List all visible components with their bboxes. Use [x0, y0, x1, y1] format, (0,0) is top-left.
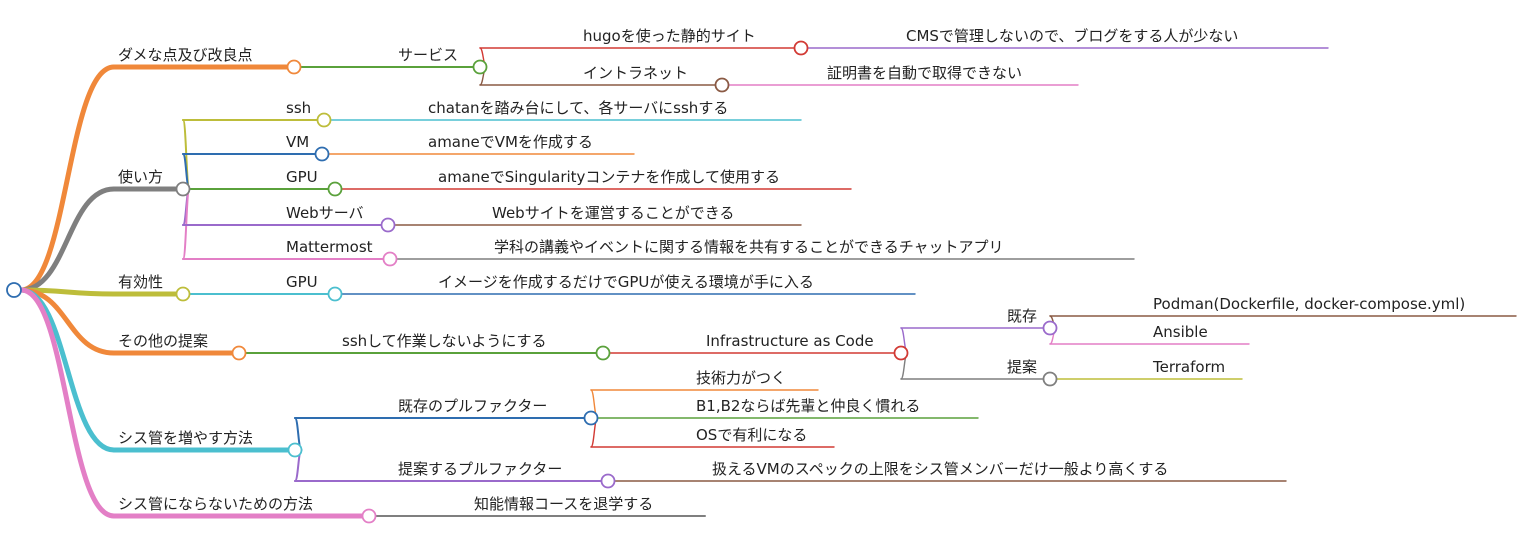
- node-toggle-0-0-1[interactable]: [714, 77, 730, 93]
- node-label-2-0[interactable]: GPU: [286, 273, 318, 291]
- node-label-4-1[interactable]: 提案するプルファクター: [398, 460, 562, 478]
- node-label-3-0[interactable]: sshして作業しないようにする: [342, 332, 547, 350]
- node-label-4-1-0[interactable]: 扱えるVMのスペックの上限をシス管メンバーだけ一般より高くする: [712, 460, 1168, 478]
- node-label-1-0[interactable]: ssh: [286, 99, 311, 117]
- node-label-1-2[interactable]: GPU: [286, 168, 318, 186]
- node-label-0-0-0[interactable]: hugoを使った静的サイト: [583, 27, 756, 45]
- node-label-1-3-0[interactable]: Webサイトを運営することができる: [492, 204, 734, 222]
- node-label-4-0-2[interactable]: OSで有利になる: [696, 426, 807, 444]
- node-label-1-2-0[interactable]: amaneでSingularityコンテナを作成して使用する: [438, 168, 780, 186]
- node-label-4[interactable]: シス管を増やす方法: [118, 429, 253, 447]
- node-toggle-3-0-0-0[interactable]: [1042, 320, 1058, 336]
- node-label-3-0-0[interactable]: Infrastructure as Code: [706, 332, 874, 350]
- mind-map-diagram: ダメな点及び改良点 サービス hugoを使った静的サイト CMSで管理しないので、ブロ…: [6, 27, 1517, 524]
- edge-1: [18, 186, 117, 293]
- node-label-1-1[interactable]: VM: [286, 133, 309, 151]
- node-toggle-0[interactable]: [286, 59, 302, 75]
- node-toggle-0-0[interactable]: [472, 59, 488, 75]
- node-label-3[interactable]: その他の提案: [118, 332, 208, 350]
- node-toggle-1-2[interactable]: [327, 181, 343, 197]
- node-label-0-0[interactable]: サービス: [398, 46, 458, 64]
- node-label-5-0[interactable]: 知能情報コースを退学する: [474, 495, 653, 513]
- node-label-3-0-0-0-1[interactable]: Ansible: [1153, 323, 1208, 341]
- node-label-4-0-1[interactable]: B1,B2ならば先輩と仲良く慣れる: [696, 397, 920, 415]
- node-toggle-1-4[interactable]: [382, 251, 398, 267]
- node-label-0[interactable]: ダメな点及び改良点: [118, 46, 253, 64]
- node-label-0-0-0-0[interactable]: CMSで管理しないので、ブログをする人が少ない: [906, 27, 1238, 45]
- node-toggle-0-0-0[interactable]: [793, 40, 809, 56]
- node-toggle-1-1[interactable]: [314, 146, 330, 162]
- node-label-1-1-0[interactable]: amaneでVMを作成する: [428, 133, 593, 151]
- node-label-0-0-1[interactable]: イントラネット: [583, 64, 688, 82]
- node-toggle-5[interactable]: [361, 508, 377, 524]
- root-node[interactable]: [6, 282, 22, 298]
- node-toggle-1[interactable]: [175, 181, 191, 197]
- node-toggle-1-0[interactable]: [316, 112, 332, 128]
- node-label-2[interactable]: 有効性: [118, 273, 163, 291]
- node-label-3-0-0-0-0[interactable]: Podman(Dockerfile, docker-compose.yml): [1153, 295, 1465, 313]
- node-label-3-0-0-0[interactable]: 既存: [1007, 307, 1037, 325]
- node-label-5[interactable]: シス管にならないための方法: [118, 495, 313, 513]
- mind-map-labels: ダメな点及び改良点 サービス hugoを使った静的サイト CMSで管理しないので、ブロ…: [118, 27, 1465, 513]
- node-label-3-0-0-1[interactable]: 提案: [1007, 358, 1037, 376]
- node-toggle-2[interactable]: [175, 286, 191, 302]
- node-toggle-4-1[interactable]: [600, 473, 616, 489]
- node-label-0-0-1-0[interactable]: 証明書を自動で取得できない: [827, 64, 1022, 82]
- node-label-2-0-0[interactable]: イメージを作成するだけでGPUが使える環境が手に入る: [438, 273, 814, 291]
- node-toggle-3[interactable]: [231, 345, 247, 361]
- node-label-3-0-0-1-0[interactable]: Terraform: [1152, 358, 1225, 376]
- node-toggle-4-0[interactable]: [583, 410, 599, 426]
- node-label-1-4[interactable]: Mattermost: [286, 238, 373, 256]
- edge-0: [18, 64, 117, 293]
- node-label-4-0[interactable]: 既存のプルファクター: [398, 397, 547, 415]
- node-label-4-0-0[interactable]: 技術力がつく: [696, 369, 786, 387]
- node-toggle-1-3[interactable]: [380, 217, 396, 233]
- node-label-1-4-0[interactable]: 学科の講義やイベントに関する情報を共有することができるチャットアプリ: [494, 238, 1004, 256]
- node-label-1-3[interactable]: Webサーバ: [286, 204, 364, 222]
- node-toggle-4[interactable]: [287, 442, 303, 458]
- node-toggle-3-0-0[interactable]: [893, 345, 909, 361]
- node-toggle-3-0-0-1[interactable]: [1042, 371, 1058, 387]
- node-toggle-3-0[interactable]: [595, 345, 611, 361]
- node-toggle-2-0[interactable]: [327, 286, 343, 302]
- node-label-1[interactable]: 使い方: [118, 168, 163, 186]
- edge-4: [18, 287, 117, 453]
- node-label-1-0-0[interactable]: chatanを踏み台にして、各サーバにsshする: [428, 99, 728, 117]
